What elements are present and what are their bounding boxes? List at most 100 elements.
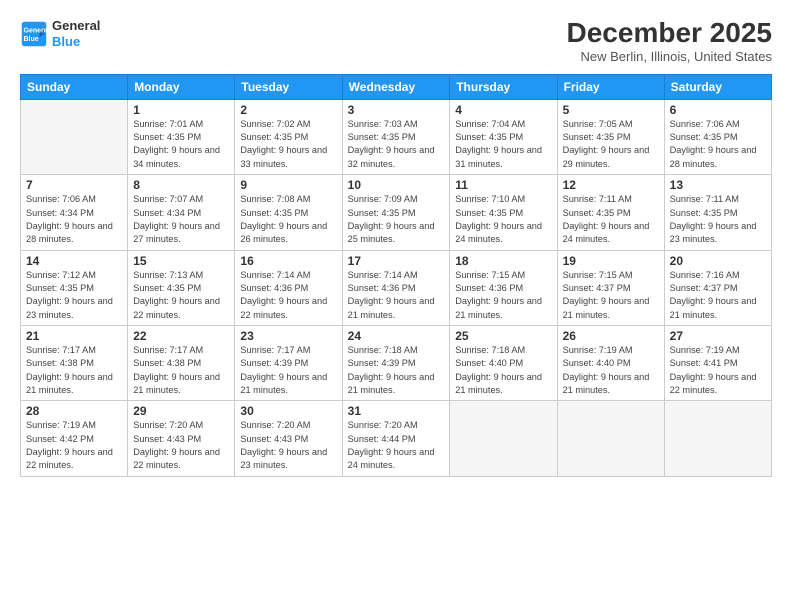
day-info: Sunrise: 7:16 AMSunset: 4:37 PMDaylight:…: [670, 269, 766, 322]
day-info: Sunrise: 7:14 AMSunset: 4:36 PMDaylight:…: [348, 269, 445, 322]
day-number: 25: [455, 329, 551, 343]
day-info: Sunrise: 7:09 AMSunset: 4:35 PMDaylight:…: [348, 193, 445, 246]
calendar-cell: 28Sunrise: 7:19 AMSunset: 4:42 PMDayligh…: [21, 401, 128, 476]
calendar-cell: 19Sunrise: 7:15 AMSunset: 4:37 PMDayligh…: [557, 250, 664, 325]
day-number: 27: [670, 329, 766, 343]
calendar-cell: [450, 401, 557, 476]
day-number: 10: [348, 178, 445, 192]
day-info: Sunrise: 7:12 AMSunset: 4:35 PMDaylight:…: [26, 269, 122, 322]
day-number: 23: [240, 329, 336, 343]
weekday-header-wednesday: Wednesday: [342, 74, 450, 99]
calendar-cell: 24Sunrise: 7:18 AMSunset: 4:39 PMDayligh…: [342, 325, 450, 400]
calendar-cell: 20Sunrise: 7:16 AMSunset: 4:37 PMDayligh…: [664, 250, 771, 325]
day-info: Sunrise: 7:03 AMSunset: 4:35 PMDaylight:…: [348, 118, 445, 171]
location-subtitle: New Berlin, Illinois, United States: [567, 49, 772, 64]
day-info: Sunrise: 7:11 AMSunset: 4:35 PMDaylight:…: [563, 193, 659, 246]
calendar-week-1: 1Sunrise: 7:01 AMSunset: 4:35 PMDaylight…: [21, 99, 772, 174]
calendar-week-2: 7Sunrise: 7:06 AMSunset: 4:34 PMDaylight…: [21, 175, 772, 250]
day-number: 30: [240, 404, 336, 418]
calendar-cell: 22Sunrise: 7:17 AMSunset: 4:38 PMDayligh…: [128, 325, 235, 400]
calendar-cell: 21Sunrise: 7:17 AMSunset: 4:38 PMDayligh…: [21, 325, 128, 400]
day-number: 1: [133, 103, 229, 117]
calendar-cell: 13Sunrise: 7:11 AMSunset: 4:35 PMDayligh…: [664, 175, 771, 250]
calendar-cell: 29Sunrise: 7:20 AMSunset: 4:43 PMDayligh…: [128, 401, 235, 476]
day-number: 18: [455, 254, 551, 268]
day-info: Sunrise: 7:19 AMSunset: 4:41 PMDaylight:…: [670, 344, 766, 397]
calendar-cell: 4Sunrise: 7:04 AMSunset: 4:35 PMDaylight…: [450, 99, 557, 174]
day-number: 31: [348, 404, 445, 418]
day-number: 12: [563, 178, 659, 192]
calendar-cell: 7Sunrise: 7:06 AMSunset: 4:34 PMDaylight…: [21, 175, 128, 250]
day-number: 13: [670, 178, 766, 192]
day-number: 28: [26, 404, 122, 418]
day-info: Sunrise: 7:18 AMSunset: 4:40 PMDaylight:…: [455, 344, 551, 397]
day-number: 26: [563, 329, 659, 343]
day-number: 7: [26, 178, 122, 192]
logo-general: General: [52, 18, 100, 34]
calendar-cell: 9Sunrise: 7:08 AMSunset: 4:35 PMDaylight…: [235, 175, 342, 250]
day-number: 9: [240, 178, 336, 192]
calendar-cell: [557, 401, 664, 476]
day-info: Sunrise: 7:17 AMSunset: 4:38 PMDaylight:…: [133, 344, 229, 397]
calendar-cell: 2Sunrise: 7:02 AMSunset: 4:35 PMDaylight…: [235, 99, 342, 174]
weekday-header-sunday: Sunday: [21, 74, 128, 99]
calendar-cell: 6Sunrise: 7:06 AMSunset: 4:35 PMDaylight…: [664, 99, 771, 174]
day-number: 3: [348, 103, 445, 117]
day-info: Sunrise: 7:11 AMSunset: 4:35 PMDaylight:…: [670, 193, 766, 246]
calendar-cell: 16Sunrise: 7:14 AMSunset: 4:36 PMDayligh…: [235, 250, 342, 325]
day-number: 16: [240, 254, 336, 268]
day-number: 24: [348, 329, 445, 343]
day-info: Sunrise: 7:15 AMSunset: 4:37 PMDaylight:…: [563, 269, 659, 322]
logo-icon: General Blue: [20, 20, 48, 48]
day-number: 14: [26, 254, 122, 268]
day-info: Sunrise: 7:13 AMSunset: 4:35 PMDaylight:…: [133, 269, 229, 322]
day-info: Sunrise: 7:10 AMSunset: 4:35 PMDaylight:…: [455, 193, 551, 246]
day-info: Sunrise: 7:01 AMSunset: 4:35 PMDaylight:…: [133, 118, 229, 171]
day-info: Sunrise: 7:19 AMSunset: 4:40 PMDaylight:…: [563, 344, 659, 397]
day-info: Sunrise: 7:07 AMSunset: 4:34 PMDaylight:…: [133, 193, 229, 246]
day-number: 22: [133, 329, 229, 343]
day-number: 8: [133, 178, 229, 192]
day-number: 21: [26, 329, 122, 343]
day-info: Sunrise: 7:19 AMSunset: 4:42 PMDaylight:…: [26, 419, 122, 472]
calendar-week-3: 14Sunrise: 7:12 AMSunset: 4:35 PMDayligh…: [21, 250, 772, 325]
day-info: Sunrise: 7:20 AMSunset: 4:44 PMDaylight:…: [348, 419, 445, 472]
day-number: 11: [455, 178, 551, 192]
day-info: Sunrise: 7:04 AMSunset: 4:35 PMDaylight:…: [455, 118, 551, 171]
day-number: 20: [670, 254, 766, 268]
calendar-cell: 8Sunrise: 7:07 AMSunset: 4:34 PMDaylight…: [128, 175, 235, 250]
day-info: Sunrise: 7:06 AMSunset: 4:35 PMDaylight:…: [670, 118, 766, 171]
calendar-cell: 14Sunrise: 7:12 AMSunset: 4:35 PMDayligh…: [21, 250, 128, 325]
day-info: Sunrise: 7:08 AMSunset: 4:35 PMDaylight:…: [240, 193, 336, 246]
day-number: 2: [240, 103, 336, 117]
day-number: 19: [563, 254, 659, 268]
day-info: Sunrise: 7:20 AMSunset: 4:43 PMDaylight:…: [133, 419, 229, 472]
day-number: 4: [455, 103, 551, 117]
calendar-week-4: 21 Sunrise: 7:17 AMSunset: 4:38 PMDayligh…: [21, 325, 772, 400]
title-block: December 2025 New Berlin, Illinois, Unit…: [567, 18, 772, 64]
svg-text:General: General: [24, 27, 49, 34]
calendar-cell: 3Sunrise: 7:03 AMSunset: 4:35 PMDaylight…: [342, 99, 450, 174]
calendar-cell: 10Sunrise: 7:09 AMSunset: 4:35 PMDayligh…: [342, 175, 450, 250]
calendar-cell: 12Sunrise: 7:11 AMSunset: 4:35 PMDayligh…: [557, 175, 664, 250]
day-info: Sunrise: 7:20 AMSunset: 4:43 PMDaylight:…: [240, 419, 336, 472]
calendar-cell: 1Sunrise: 7:01 AMSunset: 4:35 PMDaylight…: [128, 99, 235, 174]
day-info: Sunrise: 7:14 AMSunset: 4:36 PMDaylight:…: [240, 269, 336, 322]
calendar-cell: [21, 99, 128, 174]
day-info: Sunrise: 7:17 AMSunset: 4:39 PMDaylight:…: [240, 344, 336, 397]
calendar-cell: 15Sunrise: 7:13 AMSunset: 4:35 PMDayligh…: [128, 250, 235, 325]
calendar-cell: 18Sunrise: 7:15 AMSunset: 4:36 PMDayligh…: [450, 250, 557, 325]
month-title: December 2025: [567, 18, 772, 49]
calendar-table: SundayMondayTuesdayWednesdayThursdayFrid…: [20, 74, 772, 477]
calendar-cell: 11Sunrise: 7:10 AMSunset: 4:35 PMDayligh…: [450, 175, 557, 250]
weekday-header-row: SundayMondayTuesdayWednesdayThursdayFrid…: [21, 74, 772, 99]
weekday-header-thursday: Thursday: [450, 74, 557, 99]
weekday-header-friday: Friday: [557, 74, 664, 99]
logo: General Blue General Blue: [20, 18, 100, 49]
calendar-cell: 17Sunrise: 7:14 AMSunset: 4:36 PMDayligh…: [342, 250, 450, 325]
weekday-header-saturday: Saturday: [664, 74, 771, 99]
calendar-week-5: 28Sunrise: 7:19 AMSunset: 4:42 PMDayligh…: [21, 401, 772, 476]
day-info: Sunrise: 7:18 AMSunset: 4:39 PMDaylight:…: [348, 344, 445, 397]
svg-text:Blue: Blue: [24, 36, 39, 43]
calendar-cell: [664, 401, 771, 476]
